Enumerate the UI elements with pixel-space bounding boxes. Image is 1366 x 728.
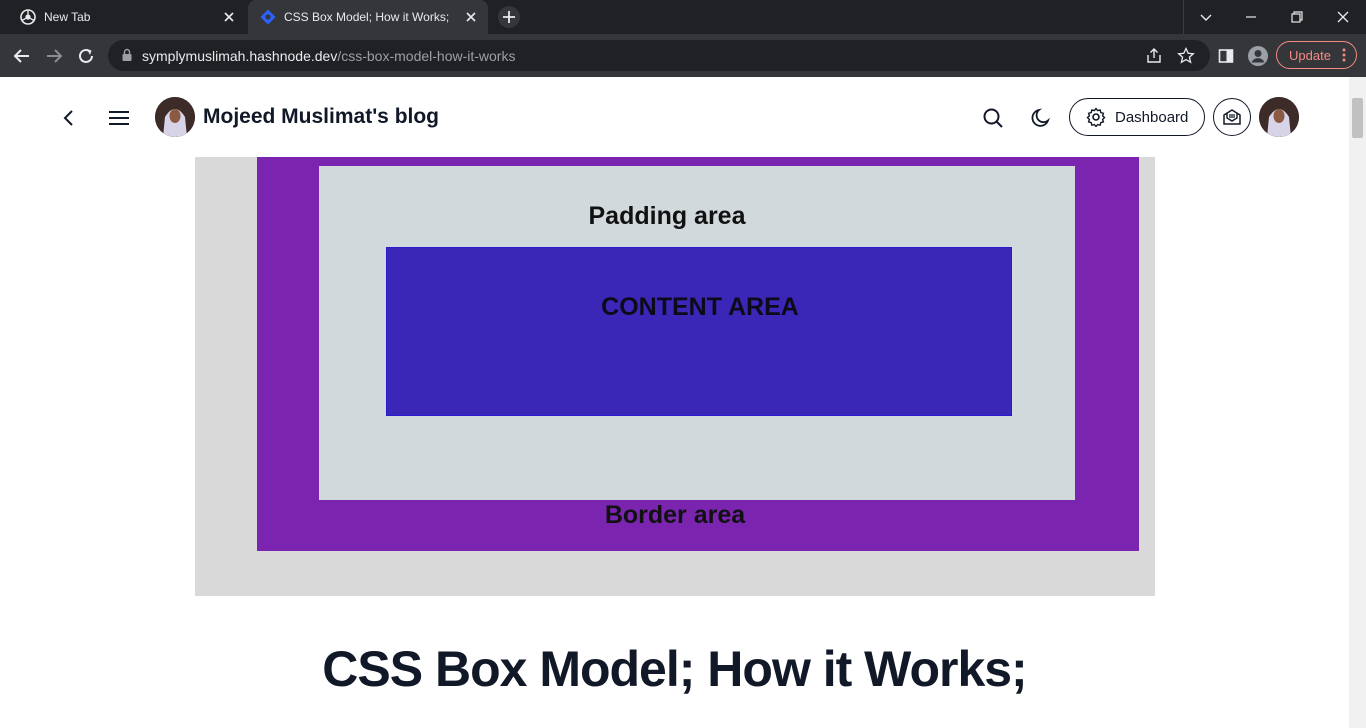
close-window-button[interactable] [1320, 0, 1366, 34]
url-host: symplymuslimah.hashnode.dev [142, 48, 338, 64]
avatar[interactable] [155, 97, 195, 137]
url-text[interactable]: symplymuslimah.hashnode.dev/css-box-mode… [142, 48, 515, 64]
side-panel-button[interactable] [1214, 44, 1238, 68]
minimize-button[interactable] [1228, 0, 1274, 34]
hamburger-icon [109, 111, 129, 125]
close-icon [1337, 11, 1349, 23]
profile-button[interactable] [1246, 44, 1270, 68]
address-bar[interactable]: symplymuslimah.hashnode.dev/css-box-mode… [108, 40, 1210, 71]
cover-image: Padding area CONTENT AREA Border area [195, 157, 1155, 596]
profile-icon [1248, 46, 1268, 66]
toolbar: symplymuslimah.hashnode.dev/css-box-mode… [0, 34, 1366, 77]
border-area-box: Padding area CONTENT AREA Border area [257, 157, 1139, 551]
update-button[interactable]: Update [1276, 41, 1357, 69]
scrollbar-thumb[interactable] [1352, 98, 1363, 138]
newsletter-icon [1223, 109, 1241, 125]
tab-strip: New Tab CSS Box Model; How it Works; [0, 0, 1366, 34]
close-icon[interactable] [220, 8, 238, 26]
plus-icon[interactable] [496, 5, 522, 29]
back-button[interactable] [8, 42, 36, 70]
padding-area-label: Padding area [588, 202, 746, 230]
padding-area-box: Padding area CONTENT AREA [319, 166, 1075, 500]
star-icon[interactable] [1176, 46, 1196, 66]
page-viewport: Mojeed Muslimat's blog Dashboard Padding… [0, 77, 1349, 728]
search-button[interactable] [979, 104, 1007, 132]
post-title: CSS Box Model; How it Works; [322, 641, 1027, 697]
blog-header: Mojeed Muslimat's blog Dashboard [0, 77, 1349, 157]
sidepanel-icon [1218, 49, 1234, 63]
menu-button[interactable] [106, 105, 132, 131]
chevron-down-icon [1200, 14, 1212, 21]
lock-icon[interactable] [120, 48, 134, 62]
back-arrow-icon [13, 49, 29, 63]
content-area-label: CONTENT AREA [601, 293, 799, 321]
update-label: Update [1289, 48, 1331, 63]
user-avatar[interactable] [1259, 97, 1299, 137]
tab-search-button[interactable] [1183, 0, 1229, 34]
dashboard-button[interactable]: Dashboard [1069, 98, 1205, 136]
close-icon[interactable] [462, 8, 480, 26]
dashboard-label: Dashboard [1115, 109, 1189, 126]
avatar-image [155, 97, 195, 137]
forward-arrow-icon [47, 49, 63, 63]
tab-title: CSS Box Model; How it Works; [284, 10, 450, 24]
tab-css-box-model[interactable]: CSS Box Model; How it Works; [248, 0, 488, 34]
url-path: /css-box-model-how-it-works [337, 48, 516, 64]
minimize-icon [1246, 16, 1256, 18]
moon-icon [1031, 108, 1050, 127]
scrollbar[interactable] [1349, 77, 1366, 728]
hashnode-icon [260, 9, 276, 25]
tab-new-tab[interactable]: New Tab [8, 0, 246, 34]
border-area-label: Border area [604, 501, 746, 529]
content-area-box: CONTENT AREA [386, 247, 1012, 416]
forward-button[interactable] [40, 42, 68, 70]
gear-icon [1086, 107, 1106, 127]
search-icon [983, 108, 1003, 128]
reload-button[interactable] [72, 42, 100, 70]
avatar-image [1259, 97, 1299, 137]
tab-title: New Tab [44, 10, 91, 24]
newsletter-button[interactable] [1213, 98, 1251, 136]
chevron-left-icon [63, 110, 73, 126]
kebab-icon [1342, 48, 1346, 62]
restore-icon [1291, 11, 1303, 23]
back-nav-button[interactable] [56, 105, 82, 131]
reload-icon [79, 48, 93, 63]
share-icon[interactable] [1144, 46, 1164, 66]
blog-title[interactable]: Mojeed Muslimat's blog [203, 105, 439, 129]
theme-toggle-button[interactable] [1027, 104, 1055, 132]
restore-button[interactable] [1274, 0, 1320, 34]
chrome-icon [20, 9, 36, 25]
